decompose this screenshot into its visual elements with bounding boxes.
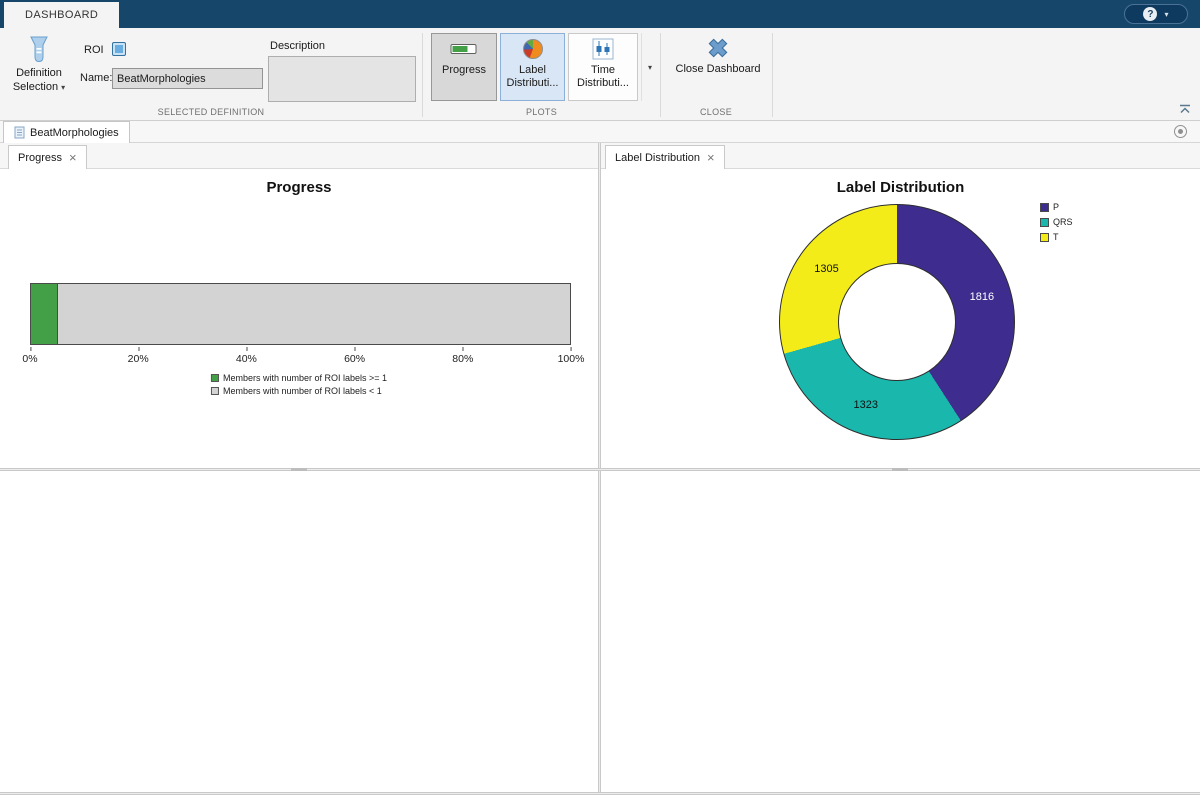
label-distribution-label-line2: Distributi...	[507, 77, 559, 90]
label-distribution-plot-button[interactable]: Label Distributi...	[500, 33, 565, 101]
section-divider	[772, 33, 773, 117]
progress-legend: Members with number of ROI labels >= 1 Me…	[211, 373, 387, 396]
close-x-icon	[705, 33, 731, 63]
chevron-down-icon: ▾	[648, 63, 652, 72]
definition-tag-icon	[27, 36, 51, 63]
progress-panel: Progress × Progress 0% 20% 40% 60% 80% 100% M…	[0, 143, 598, 468]
ribbon: Definition Selection ▾ ROI Name: Descrip…	[0, 28, 1200, 121]
box-plot-icon	[592, 34, 614, 64]
x-tick-label: 80%	[452, 353, 473, 365]
chevron-down-icon: ▾	[1164, 10, 1168, 19]
legend-item: P	[1040, 202, 1073, 212]
document-tab-beatmorphologies[interactable]: BeatMorphologies	[3, 121, 130, 143]
slice-value-label: 1305	[814, 263, 838, 275]
splitter-grip[interactable]	[291, 468, 307, 471]
progress-chart: Progress 0% 20% 40% 60% 80% 100% Members with…	[0, 169, 598, 468]
horizontal-splitter[interactable]	[0, 468, 1200, 471]
empty-panel-bottom-right	[601, 471, 1200, 792]
section-label-plots: PLOTS	[425, 107, 658, 117]
pie-chart-icon	[523, 39, 543, 59]
x-tick-label: 0%	[22, 353, 37, 365]
x-tick-label: 100%	[558, 353, 585, 365]
description-input[interactable]	[268, 56, 416, 102]
splitter-grip[interactable]	[892, 468, 908, 471]
collapse-ribbon-icon[interactable]	[1178, 104, 1192, 115]
label-distribution-tab-label: Label Distribution	[615, 152, 700, 164]
section-label-selected-definition: SELECTED DEFINITION	[0, 107, 422, 117]
time-distribution-label-line2: Distributi...	[577, 77, 629, 90]
legend-item: QRS	[1040, 217, 1073, 227]
bottom-splitter[interactable]	[0, 792, 1200, 795]
document-tab-label: BeatMorphologies	[30, 127, 119, 139]
section-divider	[660, 33, 661, 117]
progress-tab-label: Progress	[18, 152, 62, 164]
label-distribution-subtab-bar: Label Distribution ×	[601, 143, 1200, 169]
name-label: Name:	[80, 72, 112, 84]
plots-gallery-dropdown[interactable]: ▾	[641, 33, 658, 101]
definition-selection-label-line1: Definition	[16, 66, 62, 80]
roi-label: ROI	[84, 44, 104, 56]
dashboard-content: Progress × Progress 0% 20% 40% 60% 80% 100% M…	[0, 143, 1200, 800]
close-dashboard-label: Close Dashboard	[676, 63, 761, 75]
label-distribution-chart: Label Distribution 1816 1323 1305 P QRS T	[601, 169, 1200, 468]
x-tick-label: 20%	[128, 353, 149, 365]
label-distribution-chart-title: Label Distribution	[601, 179, 1200, 196]
progress-subtab-bar: Progress ×	[0, 143, 598, 169]
tab-dashboard[interactable]: DASHBOARD	[4, 2, 119, 28]
legend-item: T	[1040, 232, 1073, 242]
tab-actions-icon[interactable]	[1174, 125, 1187, 138]
slice-value-label: 1323	[853, 399, 877, 411]
close-tab-icon[interactable]: ×	[69, 151, 77, 164]
section-divider	[422, 33, 423, 117]
progress-bar-track	[30, 283, 571, 345]
empty-panel-bottom-left	[0, 471, 598, 792]
roi-type-icon	[112, 42, 126, 56]
definition-selection-label-line2: Selection ▾	[13, 80, 65, 95]
section-label-close: CLOSE	[660, 107, 772, 117]
legend-item: Members with number of ROI labels < 1	[211, 386, 387, 396]
progress-plot-button[interactable]: Progress	[431, 33, 497, 101]
progress-bar-fill	[31, 284, 58, 344]
progress-bar-icon	[450, 34, 478, 64]
x-tick-label: 40%	[236, 353, 257, 365]
time-distribution-label-line1: Time	[591, 64, 615, 77]
progress-x-axis: 0%20%40%60%80%100%	[30, 347, 571, 367]
signal-labeler-dashboard: { "icons": { "caret_down": "▾", "close_x…	[0, 0, 1200, 800]
help-button[interactable]: ? ▾	[1124, 4, 1188, 24]
description-label: Description	[270, 40, 325, 52]
close-tab-icon[interactable]: ×	[707, 151, 715, 164]
donut-legend: P QRS T	[1040, 202, 1073, 242]
time-distribution-plot-button[interactable]: Time Distributi...	[568, 33, 638, 101]
label-distribution-tab[interactable]: Label Distribution ×	[605, 145, 725, 169]
progress-chart-title: Progress	[0, 179, 598, 196]
document-icon	[14, 126, 25, 139]
legend-item: Members with number of ROI labels >= 1	[211, 373, 387, 383]
donut-box: 1816 1323 1305	[779, 204, 1015, 440]
roi-name-input[interactable]	[112, 68, 263, 89]
label-distribution-panel: Label Distribution × Label Distribution …	[601, 143, 1200, 468]
progress-tab[interactable]: Progress ×	[8, 145, 87, 169]
help-icon: ?	[1143, 7, 1157, 21]
document-tabbar: BeatMorphologies	[0, 121, 1200, 143]
definition-selection-button[interactable]: Definition Selection ▾	[6, 32, 72, 116]
donut-hole	[838, 263, 956, 381]
titlebar: DASHBOARD ? ▾	[0, 0, 1200, 28]
chevron-down-icon: ▾	[61, 83, 65, 92]
close-dashboard-button[interactable]: Close Dashboard	[668, 33, 768, 101]
x-tick-label: 60%	[344, 353, 365, 365]
progress-plot-label: Progress	[442, 64, 486, 77]
slice-value-label: 1816	[970, 291, 994, 303]
label-distribution-label-line1: Label	[519, 64, 546, 77]
